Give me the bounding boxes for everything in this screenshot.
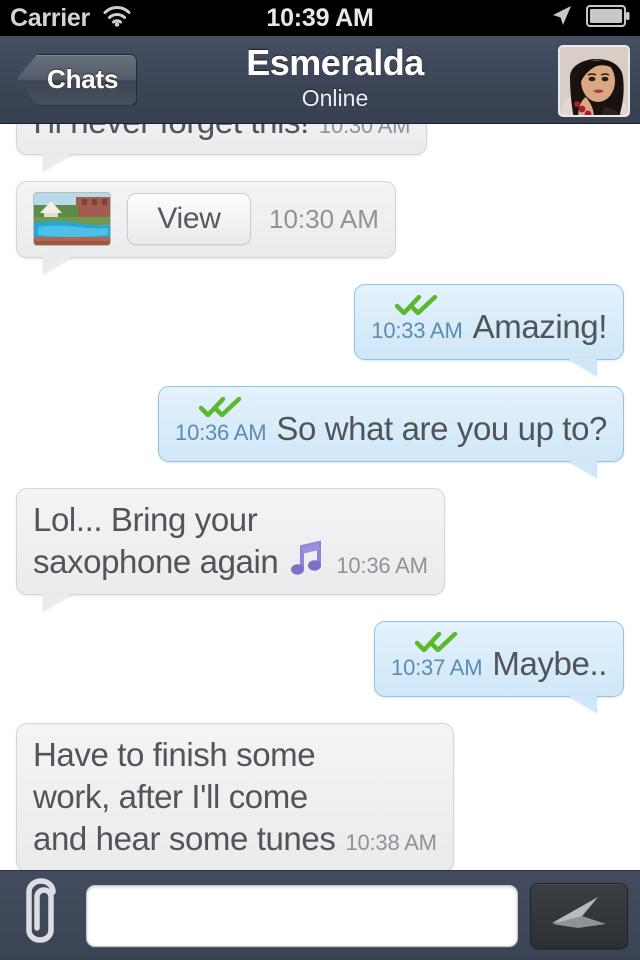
message-text: Have to finish some work, after I'll com… xyxy=(33,736,336,857)
message-meta: 10:30 AM xyxy=(318,124,411,143)
message-text: Maybe.. xyxy=(492,645,607,682)
send-paper-plane-icon xyxy=(548,891,610,940)
message-bubble-attachment[interactable]: View 10:30 AM xyxy=(16,181,396,258)
message-input[interactable] xyxy=(86,884,518,947)
message-meta: 10:36 AM xyxy=(175,396,267,450)
message-time: 10:30 AM xyxy=(269,203,379,234)
message-row-outgoing: 10:33 AM Amazing! xyxy=(0,284,640,360)
message-row-incoming: View 10:30 AM xyxy=(0,181,640,258)
message-list[interactable]: I'll never forget this! 10:30 AM xyxy=(0,124,640,870)
message-time: 10:37 AM xyxy=(391,655,483,680)
resort-pool-thumbnail[interactable] xyxy=(33,192,111,246)
message-meta: 10:33 AM xyxy=(371,294,463,348)
back-button-chats[interactable]: Chats xyxy=(16,53,138,106)
message-text: Lol... Bring your saxophone again xyxy=(33,501,279,580)
message-bubble-outgoing[interactable]: 10:33 AM Amazing! xyxy=(354,284,624,360)
message-meta: 10:38 AM xyxy=(345,830,437,860)
paperclip-icon xyxy=(17,878,69,953)
navigation-bar: Chats Esmeralda Online xyxy=(0,36,640,124)
page-title: Esmeralda xyxy=(246,42,424,83)
message-row-incoming: I'll never forget this! 10:30 AM xyxy=(0,124,640,155)
nav-title-block: Esmeralda Online xyxy=(140,42,530,112)
avatar[interactable] xyxy=(558,45,630,117)
message-row-incoming: Have to finish some work, after I'll com… xyxy=(0,723,640,870)
message-text: So what are you up to? xyxy=(276,410,607,447)
status-bar: Carrier 10:39 AM xyxy=(0,0,640,36)
double-check-icon xyxy=(414,631,459,657)
back-button-label: Chats xyxy=(47,64,119,94)
double-check-icon xyxy=(198,396,243,422)
attach-button[interactable] xyxy=(12,878,74,953)
message-row-outgoing: 10:37 AM Maybe.. xyxy=(0,621,640,697)
carrier-label: Carrier xyxy=(10,3,90,32)
message-time: 10:38 AM xyxy=(345,830,437,855)
message-bubble-incoming[interactable]: I'll never forget this! 10:30 AM xyxy=(16,124,428,155)
message-bubble-outgoing[interactable]: 10:37 AM Maybe.. xyxy=(374,621,624,697)
wifi-icon xyxy=(102,5,132,32)
message-bubble-outgoing[interactable]: 10:36 AM So what are you up to? xyxy=(158,386,624,462)
message-meta: 10:37 AM xyxy=(391,631,483,685)
status-bar-left: Carrier xyxy=(10,4,132,33)
contact-status-label: Online xyxy=(301,85,369,111)
message-time: 10:36 AM xyxy=(336,553,428,578)
view-button-label: View xyxy=(157,202,221,235)
battery-full-icon xyxy=(586,4,630,32)
message-text: I'll never forget this! xyxy=(33,124,309,143)
location-arrow-icon xyxy=(550,4,574,33)
music-note-emoji xyxy=(290,538,324,583)
message-time: 10:30 AM xyxy=(318,124,411,138)
double-check-icon xyxy=(394,294,439,320)
status-bar-right xyxy=(550,4,630,33)
message-time: 10:33 AM xyxy=(371,318,463,343)
chat-screen: Carrier 10:39 AM Chats Esmeralda Online … xyxy=(0,0,640,960)
send-button[interactable] xyxy=(530,882,628,949)
message-bubble-incoming[interactable]: Lol... Bring your saxophone again 10:36 … xyxy=(16,488,445,595)
message-meta: 10:36 AM xyxy=(336,553,428,583)
message-time: 10:36 AM xyxy=(175,420,267,445)
message-row-incoming: Lol... Bring your saxophone again 10:36 … xyxy=(0,488,640,595)
message-input-bar xyxy=(0,870,640,960)
message-text: Amazing! xyxy=(472,308,608,345)
message-bubble-incoming[interactable]: Have to finish some work, after I'll com… xyxy=(16,723,454,870)
message-row-outgoing: 10:36 AM So what are you up to? xyxy=(0,386,640,462)
view-attachment-button[interactable]: View xyxy=(127,193,251,245)
